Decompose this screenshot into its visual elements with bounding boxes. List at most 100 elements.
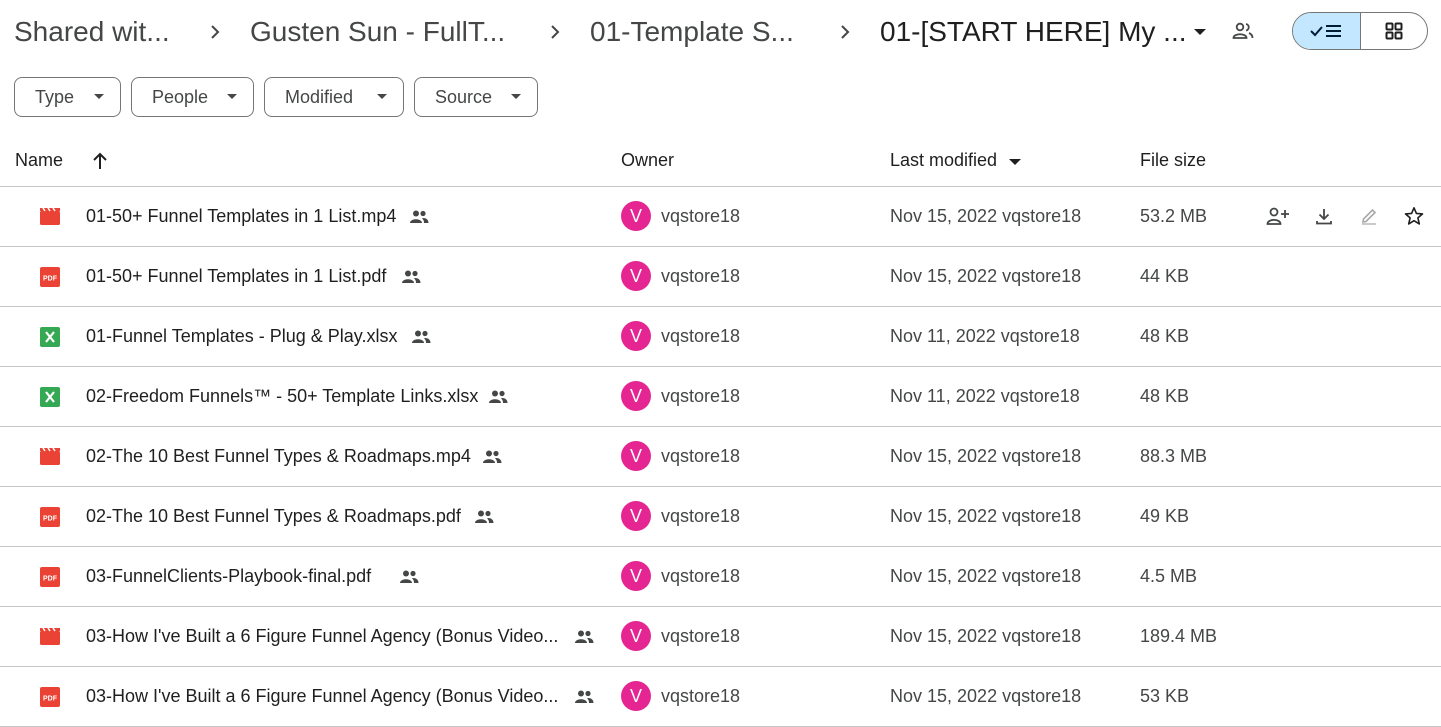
avatar[interactable]: V — [621, 681, 651, 711]
file-name[interactable]: 03-FunnelClients-Playbook-final.pdf — [86, 566, 371, 587]
file-name[interactable]: 02-Freedom Funnels™ - 50+ Template Links… — [86, 386, 478, 407]
avatar[interactable]: V — [621, 381, 651, 411]
table-row[interactable]: 01-Funnel Templates - Plug & Play.xlsx Vv… — [0, 307, 1441, 367]
grid-icon — [1385, 22, 1403, 40]
top-bar: Shared wit... Gusten Sun - FullT... 01-T… — [0, 0, 1441, 64]
sort-arrow-up-icon[interactable] — [92, 152, 108, 170]
file-name[interactable]: 01-Funnel Templates - Plug & Play.xlsx — [86, 326, 397, 347]
film-icon — [40, 207, 60, 225]
svg-text:PDF: PDF — [43, 276, 58, 283]
table-header: Name Owner Last modified File size — [0, 140, 1441, 187]
filter-modified-label: Modified — [285, 87, 354, 107]
dropdown-arrow-icon — [227, 94, 237, 99]
owner-name: vqstore18 — [661, 566, 741, 586]
list-view-button[interactable] — [1293, 13, 1361, 49]
download-button[interactable] — [1311, 203, 1337, 229]
star-button[interactable] — [1401, 203, 1427, 229]
download-icon — [1316, 209, 1332, 225]
file-size: 53 KB — [1140, 686, 1190, 706]
owner-name: vqstore18 — [661, 266, 741, 286]
breadcrumb-item-gusten[interactable]: Gusten Sun - FullT... — [250, 12, 505, 52]
share-button[interactable] — [1265, 203, 1291, 229]
avatar[interactable]: V — [621, 441, 651, 471]
shared-people-icon — [400, 570, 419, 583]
avatar[interactable]: V — [621, 261, 651, 291]
table-row[interactable]: PDF 01-50+ Funnel Templates in 1 List.pdf… — [0, 247, 1441, 307]
last-modified: Nov 15, 2022 vqstore18 — [890, 686, 1082, 706]
table-row[interactable]: PDF 02-The 10 Best Funnel Types & Roadmap… — [0, 487, 1441, 547]
owner-name: vqstore18 — [661, 506, 741, 526]
shared-people-icon — [410, 210, 429, 223]
table-row[interactable]: PDF 03-FunnelClients-Playbook-final.pdf Vv… — [0, 547, 1441, 607]
svg-text:PDF: PDF — [43, 576, 58, 583]
svg-text:PDF: PDF — [43, 696, 58, 703]
filter-people-label: People — [152, 87, 209, 107]
table-row[interactable]: 03-How I've Built a 6 Figure Funnel Agen… — [0, 607, 1441, 667]
owner-name: vqstore18 — [661, 326, 741, 346]
file-name[interactable]: 03-How I've Built a 6 Figure Funnel Agen… — [86, 626, 558, 647]
file-name[interactable]: 01-50+ Funnel Templates in 1 List.mp4 — [86, 206, 396, 227]
table-row[interactable]: 02-Freedom Funnels™ - 50+ Template Links… — [0, 367, 1441, 427]
shared-people-icon — [489, 390, 508, 403]
file-name[interactable]: 03-How I've Built a 6 Figure Funnel Agen… — [86, 686, 558, 707]
breadcrumb-item-template[interactable]: 01-Template S... — [590, 12, 794, 52]
dropdown-arrow-icon — [511, 94, 521, 99]
file-name[interactable]: 02-The 10 Best Funnel Types & Roadmaps.p… — [86, 506, 461, 527]
chevron-right-icon — [211, 25, 220, 39]
film-icon — [40, 447, 60, 465]
shared-people-icon — [402, 270, 421, 283]
file-size: 48 KB — [1140, 386, 1190, 406]
last-modified: Nov 15, 2022 vqstore18 — [890, 446, 1082, 466]
column-last-modified[interactable]: Last modified — [890, 150, 997, 171]
file-name[interactable]: 02-The 10 Best Funnel Types & Roadmaps.m… — [86, 446, 471, 467]
rename-button[interactable] — [1356, 203, 1382, 229]
file-size: 88.3 MB — [1140, 446, 1208, 466]
owner-name: vqstore18 — [661, 446, 741, 466]
avatar[interactable]: V — [621, 561, 651, 591]
chevron-right-icon — [841, 25, 850, 39]
shared-people-icon — [575, 690, 594, 703]
shared-people-icon — [483, 450, 502, 463]
filter-type-label: Type — [35, 87, 75, 107]
column-file-size[interactable]: File size — [1140, 150, 1206, 171]
shared-people-icon — [475, 510, 494, 523]
table-row[interactable]: PDF 03-How I've Built a 6 Figure Funnel A… — [0, 667, 1441, 727]
spreadsheet-icon — [40, 327, 60, 347]
breadcrumb-item-current[interactable]: 01-[START HERE] My ... — [880, 12, 1187, 52]
file-size: 4.5 MB — [1140, 566, 1198, 586]
filter-source-label: Source — [435, 87, 493, 107]
owner-name: vqstore18 — [661, 626, 741, 646]
dropdown-arrow-icon — [94, 94, 104, 99]
grid-view-button[interactable] — [1361, 13, 1428, 49]
filter-source[interactable]: Source — [414, 77, 538, 117]
last-modified: Nov 11, 2022 vqstore18 — [890, 326, 1080, 346]
pencil-icon — [1362, 208, 1377, 225]
avatar[interactable]: V — [621, 321, 651, 351]
column-owner[interactable]: Owner — [621, 150, 674, 171]
owner-name: vqstore18 — [661, 686, 741, 706]
file-size: 48 KB — [1140, 326, 1190, 346]
avatar[interactable]: V — [621, 621, 651, 651]
svg-text:PDF: PDF — [43, 516, 58, 523]
last-modified: Nov 15, 2022 vqstore18 — [890, 266, 1082, 286]
caret-down-icon[interactable] — [1008, 158, 1022, 166]
owner-name: vqstore18 — [661, 386, 741, 406]
table-row[interactable]: 01-50+ Funnel Templates in 1 List.mp4 Vvq… — [0, 187, 1441, 247]
filter-type[interactable]: Type — [14, 77, 121, 117]
avatar[interactable]: V — [621, 501, 651, 531]
filter-modified[interactable]: Modified — [264, 77, 404, 117]
check-list-icon — [1310, 25, 1342, 37]
file-size: 189.4 MB — [1140, 626, 1218, 646]
avatar[interactable]: V — [621, 201, 651, 231]
column-name[interactable]: Name — [15, 150, 63, 171]
filter-people[interactable]: People — [131, 77, 254, 117]
pdf-icon: PDF — [40, 567, 60, 587]
shared-people-icon[interactable] — [1232, 22, 1254, 40]
file-name[interactable]: 01-50+ Funnel Templates in 1 List.pdf — [86, 266, 386, 287]
table-row[interactable]: 02-The 10 Best Funnel Types & Roadmaps.m… — [0, 427, 1441, 487]
breadcrumb-item-shared[interactable]: Shared wit... — [14, 12, 170, 52]
star-icon — [1404, 207, 1424, 225]
spreadsheet-icon — [40, 387, 60, 407]
file-size: 53.2 MB — [1140, 206, 1208, 226]
caret-down-icon[interactable] — [1193, 28, 1207, 36]
